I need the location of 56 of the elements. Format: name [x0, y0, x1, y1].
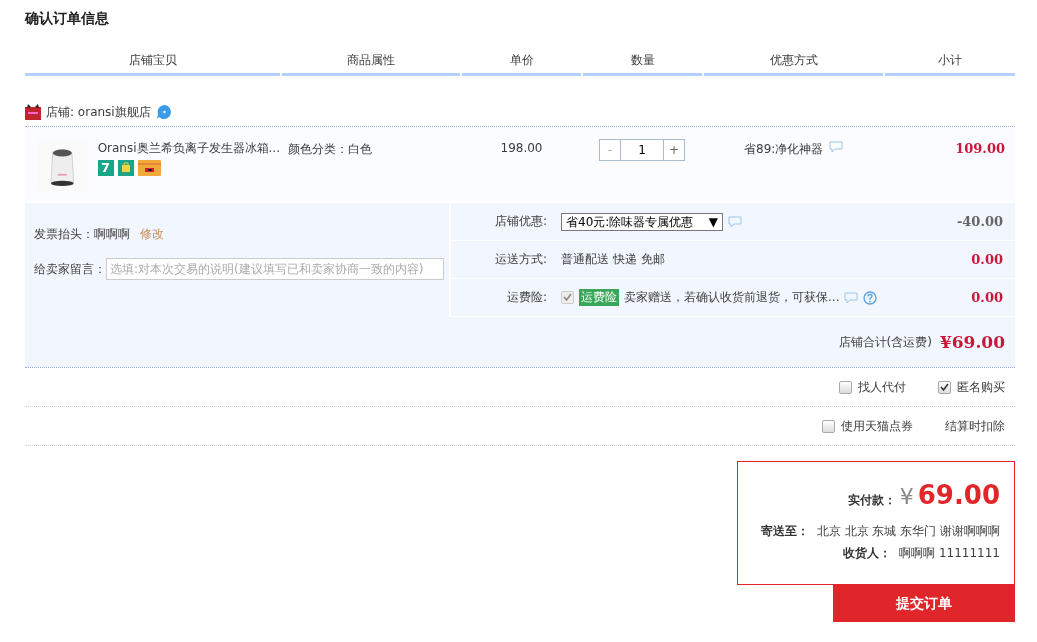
- discount-select[interactable]: 省40元:除味器专属优惠 ▼: [561, 212, 723, 231]
- product-name[interactable]: Oransi奥兰希负离子发生器冰箱...: [97, 140, 280, 157]
- fee-amount: -40.00: [955, 214, 1004, 229]
- column-header: 小计: [885, 42, 1015, 76]
- fee-label: 运送方式:: [493, 251, 548, 268]
- promotion-text: 省89:净化神器: [744, 141, 824, 158]
- receiver-info: 啊啊啊 11111111: [899, 545, 1000, 562]
- insurance-checkbox[interactable]: [561, 291, 574, 304]
- unit-price: 198.00: [499, 140, 544, 157]
- item-subtotal: 109.00: [954, 140, 1006, 158]
- option-checkbox[interactable]: [839, 380, 852, 394]
- column-header: 数量: [583, 42, 702, 76]
- comment-icon[interactable]: [844, 291, 859, 304]
- option-checkbox[interactable]: [938, 380, 951, 394]
- card-badge-icon: [137, 160, 161, 176]
- option-label[interactable]: 使用天猫点券: [841, 417, 913, 435]
- column-header: 单价: [462, 42, 581, 76]
- pay-label: 实付款：: [847, 492, 896, 509]
- receiver-label: 收货人：: [843, 545, 892, 562]
- shop-logo-icon: [25, 104, 41, 120]
- insurance-tag: 运费险: [579, 289, 619, 306]
- quantity-field[interactable]: 1: [620, 140, 664, 160]
- seven-day-return-badge: 7: [97, 160, 114, 176]
- fee-label: 店铺优惠:: [493, 213, 548, 230]
- bag-badge-icon: [117, 160, 134, 176]
- chat-bubble-icon[interactable]: [155, 104, 173, 120]
- comment-icon[interactable]: [728, 215, 742, 228]
- submit-order-button[interactable]: 提交订单: [833, 585, 1015, 622]
- fee-amount: 0.00: [970, 290, 1004, 305]
- option-checkbox[interactable]: [822, 419, 835, 433]
- shop-name[interactable]: 店铺: oransi旗舰店: [46, 103, 151, 121]
- page-title: 确认订单信息: [25, 10, 110, 28]
- option-note: 结算时扣除: [945, 417, 1005, 435]
- increase-button[interactable]: +: [664, 140, 684, 160]
- option-label[interactable]: 匿名购买: [957, 378, 1005, 396]
- insurance-description: 卖家赠送，若确认收货前退货，可获保...: [624, 289, 840, 306]
- currency-symbol: ¥: [899, 484, 914, 509]
- shop-total-label: 店铺合计(含运费): [838, 333, 932, 351]
- column-header: 店铺宝贝: [25, 42, 280, 76]
- column-header: 商品属性: [282, 42, 460, 76]
- message-label: 给卖家留言：: [34, 260, 106, 278]
- help-icon[interactable]: [863, 290, 878, 305]
- invoice-label: 发票抬头：啊啊啊: [34, 225, 130, 243]
- fee-label: 运费险:: [505, 289, 548, 306]
- message-field[interactable]: 选填:对本次交易的说明(建议填写已和卖家协商一致的内容): [106, 258, 444, 280]
- pay-amount: 69.00: [917, 480, 1000, 510]
- column-header: 优惠方式: [704, 42, 883, 76]
- product-attribute: 颜色分类：白色: [287, 141, 373, 158]
- comment-icon[interactable]: [829, 141, 844, 153]
- fee-amount: 0.00: [970, 252, 1004, 267]
- shipping-address: 北京 北京 东城 东华门 谢谢啊啊啊: [816, 523, 1000, 540]
- shipping-method: 普通配送 快递 免邮: [561, 251, 665, 268]
- quantity-stepper[interactable]: - 1 +: [599, 139, 685, 161]
- shop-total-amount: ¥69.00: [939, 332, 1005, 352]
- ship-to-label: 寄送至：: [760, 523, 809, 540]
- option-label[interactable]: 找人代付: [858, 378, 906, 396]
